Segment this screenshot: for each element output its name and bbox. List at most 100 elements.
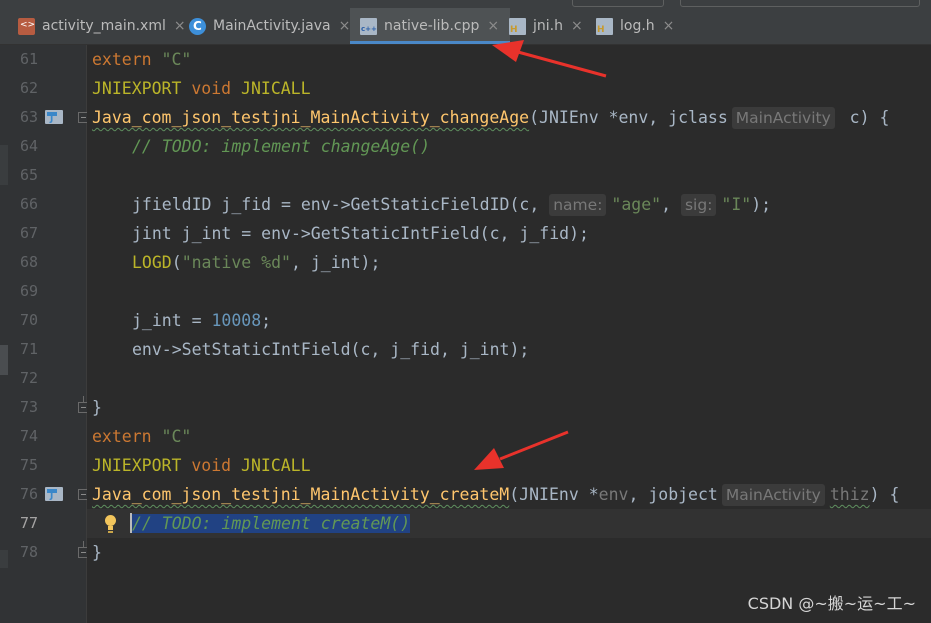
statement: jint j_int = env->GetStaticIntField(c, j…	[132, 224, 589, 243]
close-icon[interactable]: ×	[339, 18, 351, 34]
line-number: 75	[20, 456, 39, 474]
todo-comment: // TODO: implement changeAge()	[132, 137, 431, 156]
tab-activity-main-xml[interactable]: activity_main.xml ×	[0, 8, 198, 44]
number-literal: 10008	[211, 311, 262, 330]
function-name: Java_com_json_testjni_MainActivity_creat…	[92, 485, 510, 504]
unused-param: env	[598, 485, 629, 504]
line-number-current: 77	[20, 514, 39, 532]
line-number: 66	[20, 195, 39, 213]
statement: env->SetStaticIntField(c, j_fid, j_int);	[132, 340, 530, 359]
tab-label: activity_main.xml	[42, 18, 166, 34]
code-line-76: Java_com_json_testjni_MainActivity_creat…	[87, 480, 931, 509]
line-number: 67	[20, 224, 39, 242]
line-number: 70	[20, 311, 39, 329]
tab-log-h[interactable]: log.h ×	[588, 8, 686, 44]
statement: , j_int);	[290, 253, 381, 272]
line-number: 74	[20, 427, 39, 445]
line-number: 69	[20, 282, 39, 300]
keyword: void	[191, 456, 242, 475]
macro: LOGD	[132, 253, 172, 272]
tab-jni-h[interactable]: jni.h ×	[501, 8, 595, 44]
tab-native-lib-cpp[interactable]: native-lib.cpp ×	[350, 8, 510, 44]
code-line-74: extern "C"	[87, 422, 931, 451]
params: , jobject	[628, 485, 718, 504]
params: c) {	[839, 108, 890, 127]
tab-label: native-lib.cpp	[384, 18, 480, 34]
macro: JNICALL	[241, 456, 311, 475]
line-number: 72	[20, 369, 39, 387]
left-tool-strip	[0, 45, 8, 623]
lightbulb-icon[interactable]	[101, 513, 121, 535]
header-file-icon	[509, 17, 526, 35]
code-line-61: extern "C"	[87, 45, 931, 74]
line-number: 78	[20, 543, 39, 561]
keyword: extern	[92, 427, 162, 446]
keyword: void	[191, 79, 242, 98]
code-line-73: }	[87, 393, 931, 422]
line-number: 65	[20, 166, 39, 184]
close-icon[interactable]: ×	[571, 18, 583, 34]
toolbar-combo-fragment[interactable]	[572, 0, 664, 7]
line-number: 68	[20, 253, 39, 271]
editor-tab-bar: activity_main.xml × MainActivity.java × …	[0, 8, 931, 45]
line-number: 76	[20, 485, 39, 503]
string-literal: "age"	[611, 195, 662, 214]
params: (JNIEnv *	[509, 485, 599, 504]
macro: JNIEXPORT	[92, 456, 192, 475]
navigate-to-java-method-icon[interactable]	[45, 484, 63, 504]
statement: jfieldID j_fid = env->GetStaticFieldID(c…	[132, 195, 550, 214]
type-hint: MainActivity	[721, 484, 825, 506]
code-line-64: // TODO: implement changeAge()	[87, 132, 931, 161]
statement: j_int =	[132, 311, 212, 330]
code-line-68: LOGD("native %d", j_int);	[87, 248, 931, 277]
string-literal: "I"	[721, 195, 752, 214]
strip-marker	[0, 145, 8, 185]
string-literal: "C"	[161, 50, 192, 69]
code-line-70: j_int = 10008;	[87, 306, 931, 335]
code-line-71: env->SetStaticIntField(c, j_fid, j_int);	[87, 335, 931, 364]
watermark-text: CSDN @~搬~运~工~	[747, 594, 916, 613]
params: (JNIEnv *env, jclass	[529, 108, 728, 127]
java-class-icon	[189, 17, 206, 35]
closing-brace: }	[92, 398, 102, 417]
line-number: 64	[20, 137, 39, 155]
string-literal: "native %d"	[181, 253, 291, 272]
close-icon[interactable]: ×	[487, 18, 499, 34]
closing-brace: }	[92, 543, 102, 562]
close-icon[interactable]: ×	[663, 18, 675, 34]
header-file-icon	[596, 17, 613, 35]
line-number: 62	[20, 79, 39, 97]
toolbar-run-config-fragment[interactable]	[680, 0, 920, 7]
navigate-to-java-method-icon[interactable]	[45, 107, 63, 127]
type-hint: MainActivity	[731, 107, 835, 129]
tab-label: MainActivity.java	[213, 18, 331, 34]
line-number: 61	[20, 50, 39, 68]
param-hint: name:	[549, 194, 607, 216]
macro: JNIEXPORT	[92, 79, 192, 98]
keyword: extern	[92, 50, 162, 69]
tab-label: log.h	[620, 18, 655, 34]
xml-file-icon	[18, 17, 35, 35]
active-tab-indicator	[350, 41, 510, 44]
line-number: 73	[20, 398, 39, 416]
toolbar-strip	[0, 0, 931, 8]
editor-gutter[interactable]: 61 62 63 64 65 66 67 68 69 70 71 72 73 7…	[8, 45, 89, 623]
selected-todo-comment[interactable]: // TODO: implement createM()	[132, 514, 411, 533]
code-line-66: jfieldID j_fid = env->GetStaticFieldID(c…	[87, 190, 931, 219]
line-number: 71	[20, 340, 39, 358]
params: ) {	[869, 485, 900, 504]
tab-label: jni.h	[533, 18, 563, 34]
punct: ;	[261, 311, 272, 330]
code-line-67: jint j_int = env->GetStaticIntField(c, j…	[87, 219, 931, 248]
unused-param: thiz	[829, 485, 870, 504]
code-line-77: // TODO: implement createM()	[87, 509, 931, 538]
punct: );	[751, 195, 772, 214]
code-line-78: }	[87, 538, 931, 567]
code-editor[interactable]: extern "C" JNIEXPORT void JNICALL Java_c…	[87, 45, 931, 623]
strip-marker	[0, 345, 8, 375]
param-hint: sig:	[680, 194, 717, 216]
tab-mainactivity-java[interactable]: MainActivity.java ×	[181, 8, 357, 44]
